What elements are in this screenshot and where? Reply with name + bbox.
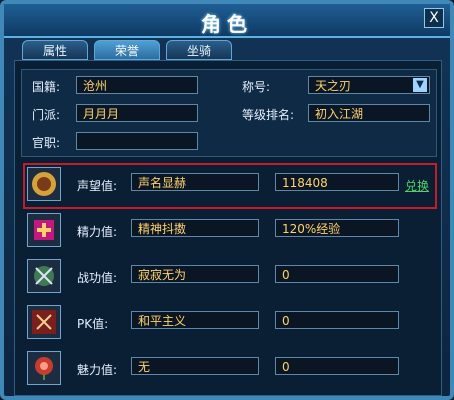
title-label: 称号: (242, 80, 271, 94)
pk-row: PK值: 和平主义 0 (21, 301, 435, 345)
office-label: 官职: (32, 136, 61, 150)
window-title: 角色 (201, 12, 253, 36)
reputation-icon (27, 167, 61, 201)
merit-icon (27, 259, 61, 293)
nationality-field: 沧州 (76, 76, 198, 94)
merit-row: 战功值: 寂寂无为 0 (21, 255, 435, 299)
charm-row: 魅力值: 无 0 (21, 347, 435, 391)
rank-field: 初入江湖 (308, 104, 430, 122)
title-dropdown-value: 天之刃 (315, 79, 352, 93)
title-dropdown[interactable]: 天之刃 ▼ (308, 76, 430, 94)
sect-field: 月月月 (76, 104, 198, 122)
honor-panel: 国籍: 沧州 门派: 月月月 官职: 称号: 天之刃 ▼ 等级排名: 初入江湖 … (14, 60, 442, 396)
energy-row: 精力值: 精神抖擞 120%经验 (21, 209, 435, 253)
office-field (76, 132, 198, 150)
reputation-status: 声名显赫 (131, 173, 259, 191)
tab-mount[interactable]: 坐骑 (166, 40, 232, 60)
energy-label: 精力值: (77, 225, 118, 239)
pk-status: 和平主义 (131, 311, 259, 329)
energy-value: 120%经验 (275, 219, 399, 237)
reputation-value: 118408 (275, 173, 399, 191)
energy-icon (27, 213, 61, 247)
close-button[interactable]: X (424, 8, 444, 28)
pk-icon (27, 305, 61, 339)
title-bar: 角色 X (4, 4, 450, 38)
sect-label: 门派: (32, 108, 61, 122)
reputation-row: 声望值: 声名显赫 118408 兑换 (21, 163, 437, 209)
tab-attributes[interactable]: 属性 (22, 40, 88, 60)
merit-label: 战功值: (77, 271, 118, 285)
pk-value: 0 (275, 311, 399, 329)
charm-status: 无 (131, 357, 259, 375)
reputation-label: 声望值: (77, 179, 118, 193)
character-window: 角色 X 属性 荣誉 坐骑 国籍: 沧州 门派: 月月月 官职: 称号: 天之刃… (0, 0, 454, 400)
rank-label: 等级排名: (242, 108, 295, 122)
tab-honor[interactable]: 荣誉 (94, 40, 160, 60)
profile-section: 国籍: 沧州 门派: 月月月 官职: 称号: 天之刃 ▼ 等级排名: 初入江湖 (21, 69, 437, 157)
charm-icon (27, 351, 61, 385)
charm-label: 魅力值: (77, 363, 118, 377)
exchange-link[interactable]: 兑换 (405, 177, 429, 194)
chevron-down-icon[interactable]: ▼ (413, 78, 427, 92)
nationality-label: 国籍: (32, 80, 61, 94)
merit-value: 0 (275, 265, 399, 283)
energy-status: 精神抖擞 (131, 219, 259, 237)
merit-status: 寂寂无为 (131, 265, 259, 283)
charm-value: 0 (275, 357, 399, 375)
pk-label: PK值: (77, 317, 109, 331)
honor-rows: 声望值: 声名显赫 118408 兑换 精力值: 精神抖擞 120%经验 战功值… (21, 163, 437, 387)
